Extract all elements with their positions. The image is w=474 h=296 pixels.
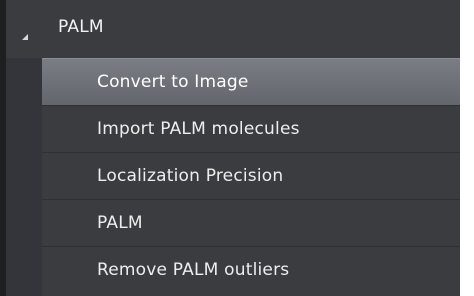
tree-item-label: PALM: [97, 213, 143, 233]
tree-item-label: Convert to Image: [97, 72, 249, 92]
tree-group-label: PALM: [58, 17, 104, 37]
tree-item-localization-precision[interactable]: Localization Precision: [42, 152, 460, 199]
tree-item-label: Remove PALM outliers: [97, 260, 290, 280]
tree-indent-gutter: [6, 58, 42, 296]
panel-top-strip: [6, 0, 460, 8]
panel-right-margin: [460, 0, 474, 296]
tree-item-label: Localization Precision: [97, 166, 284, 186]
tree-item-list: Convert to Image Import PALM molecules L…: [42, 58, 460, 293]
tree-item-remove-palm-outliers[interactable]: Remove PALM outliers: [42, 246, 460, 293]
tree-item-convert-to-image[interactable]: Convert to Image: [42, 58, 460, 105]
tree-item-import-palm-molecules[interactable]: Import PALM molecules: [42, 105, 460, 152]
expanded-triangle-icon[interactable]: [22, 34, 28, 40]
tool-tree-panel: PALM Convert to Image Import PALM molecu…: [0, 0, 474, 296]
tree-item-palm[interactable]: PALM: [42, 199, 460, 246]
tree-item-label: Import PALM molecules: [97, 119, 300, 139]
